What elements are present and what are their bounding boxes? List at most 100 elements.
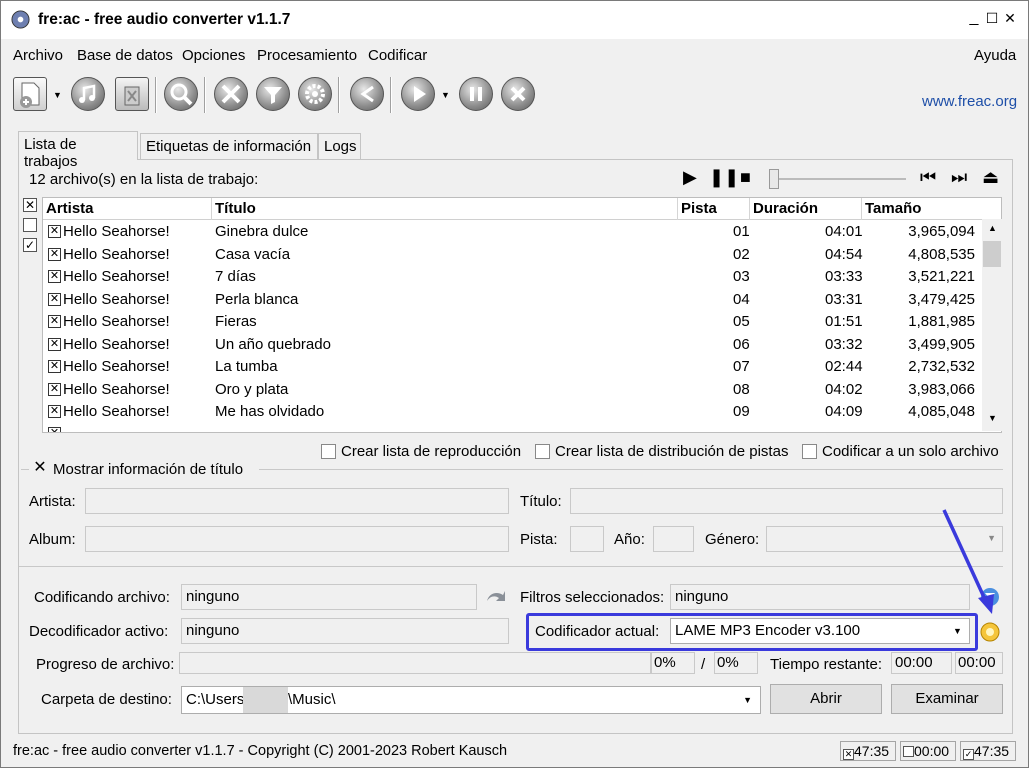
eject-icon[interactable]: ⏏ bbox=[982, 167, 999, 188]
tab-tags[interactable]: Etiquetas de información bbox=[140, 133, 318, 159]
scroll-thumb[interactable] bbox=[983, 241, 1001, 267]
next-track-icon[interactable]: ⏭ bbox=[951, 167, 967, 188]
row-checkbox[interactable] bbox=[48, 225, 61, 238]
status-unselected-time: 00:00 bbox=[900, 741, 956, 761]
toggle-selection-checkbox[interactable] bbox=[23, 238, 37, 252]
file-progress-bar bbox=[179, 652, 651, 674]
row-duration: 03:32 bbox=[825, 335, 863, 353]
menu-base-de-datos[interactable]: Base de datos bbox=[77, 47, 173, 64]
table-row[interactable]: Hello Seahorse! La tumba 07 02:44 2,732,532 bbox=[43, 356, 983, 378]
settings-gear-icon[interactable] bbox=[298, 77, 332, 111]
row-checkbox[interactable] bbox=[48, 292, 61, 306]
create-cuesheet-checkbox[interactable] bbox=[535, 444, 550, 459]
table-row[interactable]: Hello Seahorse! Casa vacía 02 04:54 4,808,53… bbox=[43, 244, 983, 266]
menu-ayuda[interactable]: Ayuda bbox=[974, 47, 1016, 64]
encoder-config-icon[interactable] bbox=[979, 621, 1001, 643]
previous-track-icon[interactable]: ⏮ bbox=[920, 167, 936, 188]
seek-slider[interactable] bbox=[769, 169, 779, 189]
add-files-icon[interactable] bbox=[13, 77, 47, 111]
artist-field[interactable] bbox=[85, 488, 509, 514]
filter-icon[interactable] bbox=[256, 77, 290, 111]
maximize-button[interactable]: ☐ bbox=[985, 7, 999, 29]
encoder-highlight-box bbox=[526, 613, 978, 651]
tab-joblist[interactable]: Lista de trabajos bbox=[18, 131, 138, 170]
list-header: Artista Título Pista Duración Tamaño bbox=[43, 198, 1001, 220]
table-row[interactable]: Hello Seahorse! 7 días 03 03:33 3,521,221 bbox=[43, 266, 983, 288]
album-field[interactable] bbox=[85, 526, 509, 552]
scroll-down-icon[interactable]: ▼ bbox=[988, 413, 997, 423]
show-title-info-checkbox[interactable] bbox=[33, 462, 47, 476]
row-checkbox[interactable] bbox=[48, 315, 61, 328]
row-checkbox[interactable] bbox=[48, 270, 61, 283]
row-duration: 04:54 bbox=[825, 245, 863, 263]
add-dropdown-icon[interactable]: ▼ bbox=[53, 90, 62, 100]
vertical-scrollbar[interactable]: ▲ ▼ bbox=[982, 219, 1002, 431]
table-row[interactable] bbox=[43, 423, 983, 432]
row-title: Ginebra dulce bbox=[215, 223, 309, 240]
row-checkbox[interactable] bbox=[48, 405, 61, 418]
select-all-checkbox[interactable] bbox=[23, 198, 37, 212]
column-track[interactable]: Pista bbox=[678, 198, 750, 220]
create-playlist-checkbox[interactable] bbox=[321, 444, 336, 459]
table-row[interactable]: Hello Seahorse! Perla blanca 04 03:31 3,479,… bbox=[43, 289, 983, 311]
tab-logs[interactable]: Logs bbox=[318, 133, 361, 159]
track-field[interactable] bbox=[570, 526, 604, 552]
query-cddb-icon[interactable] bbox=[164, 77, 198, 111]
browse-button[interactable]: Examinar bbox=[891, 684, 1003, 714]
share-icon[interactable] bbox=[350, 77, 384, 111]
close-button[interactable]: ✕ bbox=[1003, 7, 1017, 29]
column-title[interactable]: Título bbox=[212, 198, 678, 220]
scroll-up-icon[interactable]: ▲ bbox=[988, 223, 997, 233]
table-row[interactable]: Hello Seahorse! Me has olvidado 09 04:09 4,0… bbox=[43, 401, 983, 423]
seek-track[interactable] bbox=[776, 178, 906, 180]
cd-audio-icon[interactable] bbox=[71, 77, 105, 111]
stop-icon[interactable] bbox=[501, 77, 535, 111]
title-bar: fre:ac - free audio converter v1.1.7 _ ☐… bbox=[1, 1, 1028, 39]
start-encoding-icon[interactable] bbox=[401, 77, 435, 111]
pause-icon[interactable] bbox=[459, 77, 493, 111]
status-divider bbox=[19, 566, 1003, 567]
create-cuesheet-label: Crear lista de distribución de pistas bbox=[555, 443, 789, 460]
skip-arrow-icon[interactable] bbox=[485, 587, 507, 607]
row-track: 01 bbox=[733, 223, 750, 240]
column-size[interactable]: Tamaño bbox=[862, 198, 1001, 220]
job-list[interactable]: Artista Título Pista Duración Tamaño Hel… bbox=[42, 197, 1002, 433]
row-size: 3,479,425 bbox=[908, 290, 975, 308]
row-checkbox[interactable] bbox=[48, 247, 61, 261]
table-row[interactable]: Hello Seahorse! Un año quebrado 06 03:32 3,4… bbox=[43, 334, 983, 356]
row-duration: 01:51 bbox=[825, 313, 863, 330]
player-pause-icon[interactable]: ❚❚ bbox=[709, 167, 739, 188]
row-title: Me has olvidado bbox=[215, 403, 325, 420]
row-checkbox[interactable] bbox=[48, 382, 61, 396]
menu-procesamiento[interactable]: Procesamiento bbox=[257, 47, 357, 64]
row-checkbox[interactable] bbox=[48, 360, 61, 373]
output-chevron-down-icon[interactable]: ▼ bbox=[743, 695, 752, 705]
single-file-checkbox[interactable] bbox=[802, 444, 817, 459]
encode-dropdown-icon[interactable]: ▼ bbox=[441, 90, 450, 100]
row-track: 06 bbox=[733, 335, 750, 353]
output-path-prefix: C:\Users\ bbox=[186, 691, 249, 708]
row-checkbox[interactable] bbox=[48, 427, 61, 432]
menu-opciones[interactable]: Opciones bbox=[182, 47, 245, 64]
table-row[interactable]: Hello Seahorse! Fieras 05 01:51 1,881,985 bbox=[43, 311, 983, 333]
website-link[interactable]: www.freac.org bbox=[922, 93, 1017, 110]
table-row[interactable]: Hello Seahorse! Ginebra dulce 01 04:01 3,965… bbox=[43, 221, 983, 243]
menu-archivo[interactable]: Archivo bbox=[13, 47, 63, 64]
remove-files-icon[interactable] bbox=[115, 77, 149, 111]
row-checkbox[interactable] bbox=[48, 337, 61, 351]
row-duration: 04:09 bbox=[825, 403, 863, 420]
status-time-2: 00:00 bbox=[914, 743, 950, 759]
minimize-button[interactable]: _ bbox=[967, 7, 981, 29]
column-artist[interactable]: Artista bbox=[43, 198, 212, 220]
output-folder-input[interactable]: C:\Users\ \Music\ ▼ bbox=[181, 686, 761, 714]
artist-label: Artista: bbox=[29, 493, 76, 510]
player-stop-icon[interactable]: ■ bbox=[740, 167, 751, 188]
select-none-checkbox[interactable] bbox=[23, 218, 37, 232]
column-duration[interactable]: Duración bbox=[750, 198, 862, 220]
play-icon[interactable]: ▶ bbox=[683, 167, 697, 188]
year-field[interactable] bbox=[653, 526, 694, 552]
tools-icon[interactable] bbox=[214, 77, 248, 111]
open-button[interactable]: Abrir bbox=[770, 684, 882, 714]
menu-codificar[interactable]: Codificar bbox=[368, 47, 427, 64]
table-row[interactable]: Hello Seahorse! Oro y plata 08 04:02 3,983,0… bbox=[43, 379, 983, 401]
